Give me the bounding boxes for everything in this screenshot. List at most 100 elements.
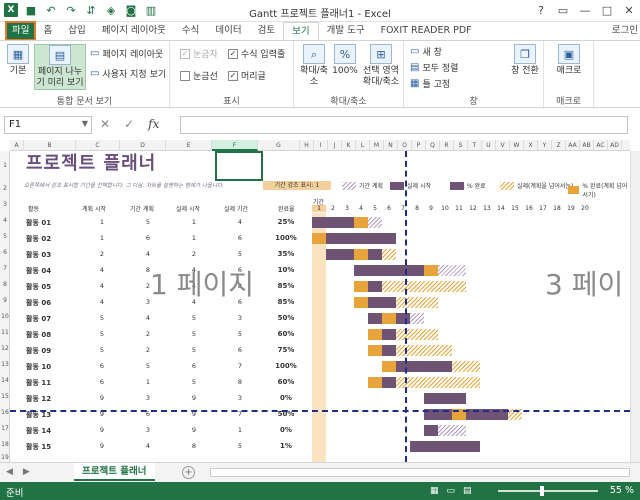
horizontal-scrollbar[interactable] bbox=[210, 468, 630, 477]
column-header-p[interactable]: P bbox=[412, 140, 426, 151]
column-header-o[interactable]: O bbox=[398, 140, 412, 151]
macros-button[interactable]: ▣ 매크로 bbox=[550, 44, 588, 77]
page-layout-view-button[interactable]: ▭ 페이지 레이아웃 bbox=[90, 47, 163, 60]
normal-view-icon[interactable]: ▦ bbox=[430, 486, 439, 496]
tab-insert[interactable]: 삽입 bbox=[60, 22, 93, 40]
sheet-tab-active[interactable]: 프로젝트 플래너 bbox=[74, 463, 155, 481]
column-header-v[interactable]: V bbox=[496, 140, 510, 151]
cancel-icon[interactable]: ✕ bbox=[100, 117, 110, 131]
column-header-h[interactable]: H bbox=[300, 140, 314, 151]
formula-input[interactable] bbox=[180, 116, 628, 134]
column-header-a[interactable]: A bbox=[10, 140, 24, 151]
row-header-4[interactable]: 4 bbox=[0, 213, 10, 229]
tab-file[interactable]: 파일 bbox=[4, 21, 37, 41]
column-header-l[interactable]: L bbox=[356, 140, 370, 151]
tab-view[interactable]: 보기 bbox=[283, 22, 319, 40]
column-header-ac[interactable]: AC bbox=[594, 140, 608, 151]
row-header-9[interactable]: 9 bbox=[0, 293, 10, 309]
column-header-t[interactable]: T bbox=[468, 140, 482, 151]
ruler-checkbox[interactable]: ✓ 눈금자 bbox=[180, 47, 218, 60]
column-header-g[interactable]: G bbox=[258, 140, 300, 151]
column-header-w[interactable]: W bbox=[510, 140, 524, 151]
row-header-2[interactable]: 2 bbox=[0, 181, 10, 197]
column-header-y[interactable]: Y bbox=[538, 140, 552, 151]
period-highlight[interactable]: 기간 강조 표시: 1 bbox=[263, 181, 331, 190]
zoom-level[interactable]: 55 % bbox=[610, 485, 634, 496]
tab-foxit[interactable]: FOXIT READER PDF bbox=[373, 22, 480, 40]
column-header-d[interactable]: D bbox=[120, 140, 166, 151]
row-header-6[interactable]: 6 bbox=[0, 245, 10, 261]
column-header-ab[interactable]: AB bbox=[580, 140, 594, 151]
row-header-11[interactable]: 11 bbox=[0, 325, 10, 341]
row-header-13[interactable]: 13 bbox=[0, 357, 10, 373]
column-header-k[interactable]: K bbox=[342, 140, 356, 151]
login-link[interactable]: 로그인 bbox=[612, 22, 638, 40]
row-header-3[interactable]: 3 bbox=[0, 197, 10, 213]
zoom-button[interactable]: ⌕ 확대/축소 bbox=[298, 44, 330, 88]
row-header-12[interactable]: 12 bbox=[0, 341, 10, 357]
custom-views-button[interactable]: ▭ 사용자 지정 보기 bbox=[90, 67, 166, 80]
normal-view-button[interactable]: ▦ 기본 bbox=[4, 44, 32, 77]
prev-sheet-icon[interactable]: ◀ bbox=[6, 467, 13, 477]
name-box[interactable]: F1 ▼ bbox=[4, 116, 92, 134]
tab-developer[interactable]: 개발 도구 bbox=[319, 22, 373, 40]
row-header-1[interactable]: 1 bbox=[0, 151, 10, 181]
zoom-slider-knob[interactable] bbox=[540, 486, 544, 496]
zoom-100-button[interactable]: % 100% bbox=[332, 44, 358, 77]
enter-icon[interactable]: ✓ bbox=[124, 117, 134, 131]
zoom-slider[interactable] bbox=[498, 490, 598, 492]
row-header-18[interactable]: 18 bbox=[0, 437, 10, 453]
arrange-all-button[interactable]: ▤ 모두 정렬 bbox=[410, 61, 458, 74]
minimize-button[interactable]: — bbox=[574, 0, 596, 20]
column-header-aa[interactable]: AA bbox=[566, 140, 580, 151]
maximize-button[interactable]: □ bbox=[596, 0, 618, 20]
insert-function-icon[interactable]: fx bbox=[148, 117, 159, 131]
tab-home[interactable]: 홈 bbox=[35, 22, 60, 40]
column-header-b[interactable]: B bbox=[24, 140, 76, 151]
grid[interactable]: 프로젝트 플래너 오른쪽에서 강조 표시할 기간을 선택합니다. 그 다음, 차… bbox=[10, 151, 630, 462]
page-break-view-icon[interactable]: ▤ bbox=[463, 486, 472, 496]
tab-page-layout[interactable]: 페이지 레이아웃 bbox=[94, 22, 174, 40]
ribbon-display-button[interactable]: ▭ bbox=[552, 0, 574, 20]
tab-data[interactable]: 데이터 bbox=[207, 22, 249, 40]
help-button[interactable]: ? bbox=[530, 0, 552, 20]
column-header-j[interactable]: J bbox=[328, 140, 342, 151]
row-header-5[interactable]: 5 bbox=[0, 229, 10, 245]
next-sheet-icon[interactable]: ▶ bbox=[23, 467, 30, 477]
close-button[interactable]: ✕ bbox=[618, 0, 640, 20]
vertical-scrollbar[interactable] bbox=[630, 151, 640, 462]
column-header-c[interactable]: C bbox=[76, 140, 120, 151]
column-header-r[interactable]: R bbox=[440, 140, 454, 151]
new-window-button[interactable]: ▭ 새 창 bbox=[410, 45, 442, 58]
row-header-7[interactable]: 7 bbox=[0, 261, 10, 277]
add-sheet-icon[interactable]: + bbox=[182, 466, 195, 479]
row-header-17[interactable]: 17 bbox=[0, 421, 10, 437]
switch-windows-button[interactable]: ❐ 창 전환 bbox=[508, 44, 542, 77]
page-layout-icon[interactable]: ▭ bbox=[447, 486, 456, 496]
column-header-m[interactable]: M bbox=[370, 140, 384, 151]
column-header-z[interactable]: Z bbox=[552, 140, 566, 151]
column-header-ad[interactable]: AD bbox=[608, 140, 622, 151]
column-header-f[interactable]: F bbox=[212, 140, 258, 151]
tab-formulas[interactable]: 수식 bbox=[174, 22, 207, 40]
gridlines-checkbox[interactable]: 눈금선 bbox=[180, 69, 218, 82]
row-header-15[interactable]: 15 bbox=[0, 389, 10, 405]
column-header-u[interactable]: U bbox=[482, 140, 496, 151]
tab-review[interactable]: 검토 bbox=[250, 22, 283, 40]
chevron-down-icon[interactable]: ▼ bbox=[82, 119, 88, 128]
zoom-selection-button[interactable]: ⊞ 선택 영역 확대/축소 bbox=[360, 44, 402, 88]
formula-bar-checkbox[interactable]: ✓ 수식 입력줄 bbox=[228, 47, 285, 60]
column-header-q[interactable]: Q bbox=[426, 140, 440, 151]
column-header-x[interactable]: X bbox=[524, 140, 538, 151]
page-break-preview-button[interactable]: ▤ 페이지 나누기 미리 보기 bbox=[34, 44, 86, 90]
row-header-8[interactable]: 8 bbox=[0, 277, 10, 293]
selected-cell-f1[interactable] bbox=[215, 151, 263, 181]
row-header-10[interactable]: 10 bbox=[0, 309, 10, 325]
column-header-s[interactable]: S bbox=[454, 140, 468, 151]
freeze-panes-button[interactable]: ▦ 틀 고정 bbox=[410, 77, 450, 90]
column-header-n[interactable]: N bbox=[384, 140, 398, 151]
headings-checkbox[interactable]: ✓ 머리글 bbox=[228, 69, 266, 82]
row-header-14[interactable]: 14 bbox=[0, 373, 10, 389]
row-header-19[interactable]: 19 bbox=[0, 453, 10, 462]
row-header-16[interactable]: 16 bbox=[0, 405, 10, 421]
